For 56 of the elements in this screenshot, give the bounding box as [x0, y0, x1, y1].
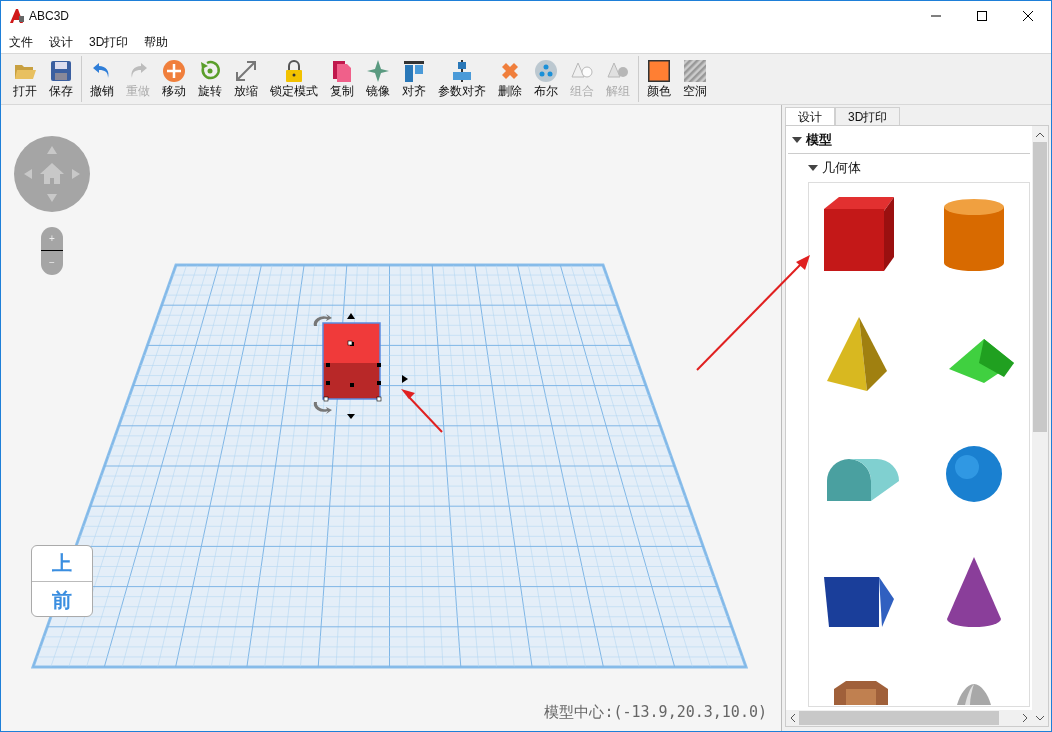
menu-item[interactable]: 帮助 — [144, 33, 169, 51]
window-title: ABC3D — [29, 8, 69, 25]
toolbar-button[interactable]: 旋转 — [194, 56, 226, 102]
status-text: 模型中心:(-13.9,20.3,10.0) — [544, 701, 767, 723]
rotate-handle-icon[interactable] — [313, 314, 332, 326]
star-icon — [366, 59, 390, 83]
dots-icon — [534, 59, 558, 83]
sphere-drawing — [946, 446, 1002, 502]
toolbar-button[interactable]: 参数对齐 — [434, 56, 490, 102]
tree-node[interactable]: 模型 — [788, 126, 1030, 154]
cone-drawing — [947, 557, 1001, 627]
height-handle-icon[interactable] — [347, 313, 355, 319]
toolbar-button[interactable]: 镜像 — [362, 56, 394, 102]
move-handle-icon[interactable] — [402, 375, 408, 383]
toolbar-button[interactable]: 放缩 — [230, 56, 262, 102]
toolbar-button[interactable]: 颜色 — [643, 56, 675, 102]
hatch-icon — [683, 59, 707, 83]
menu-item[interactable]: 文件 — [9, 33, 33, 51]
move-icon — [162, 59, 186, 83]
horizontal-scrollbar[interactable] — [786, 710, 1032, 726]
tree-node[interactable]: 几何体 — [808, 154, 1032, 182]
toolbar-button[interactable]: 撤销 — [86, 56, 118, 102]
panel-tab[interactable]: 设计 — [785, 107, 835, 125]
copy-icon — [330, 59, 354, 83]
menu-item[interactable]: 3D打印 — [89, 33, 129, 51]
height-handle-icon[interactable] — [347, 414, 355, 419]
app-logo-icon — [9, 8, 25, 24]
scroll-left-icon[interactable] — [790, 714, 795, 722]
cylinder-drawing — [944, 199, 1004, 271]
toolbar-button[interactable]: 对齐 — [398, 56, 430, 102]
wedge-drawing — [824, 577, 894, 627]
maximize-icon — [977, 11, 987, 21]
toolbar-button[interactable]: 复制 — [326, 56, 358, 102]
home-icon — [22, 144, 82, 204]
scale-icon — [234, 59, 258, 83]
align-icon — [402, 59, 426, 83]
toolbar-button[interactable]: 移动 — [158, 56, 190, 102]
close-icon — [1023, 11, 1033, 21]
panel-tab[interactable]: 3D打印 — [835, 107, 901, 125]
align-icon — [450, 59, 474, 83]
annotation-arrow — [401, 389, 443, 433]
toolbar-button[interactable]: 空洞 — [679, 56, 711, 102]
toolbar-button[interactable]: 打开 — [9, 56, 41, 102]
toolbar-button[interactable]: 布尔 — [530, 56, 562, 102]
prism-drawing — [949, 339, 1014, 383]
toolbar-button[interactable]: 锁定模式 — [266, 56, 322, 102]
rotate-handle-icon[interactable] — [313, 402, 332, 414]
toolbar-button[interactable]: 删除 — [494, 56, 526, 102]
menu-item[interactable]: 设计 — [49, 33, 73, 51]
half-cylinder-drawing — [827, 459, 899, 501]
scroll-right-icon[interactable] — [1023, 714, 1028, 722]
toolbar-button[interactable]: 保存 — [45, 56, 77, 102]
color-swatch-icon — [647, 59, 671, 83]
vertical-scrollbar[interactable] — [1032, 126, 1048, 726]
cube-model[interactable] — [322, 322, 382, 402]
hexagonal-prism-drawing — [834, 681, 888, 705]
